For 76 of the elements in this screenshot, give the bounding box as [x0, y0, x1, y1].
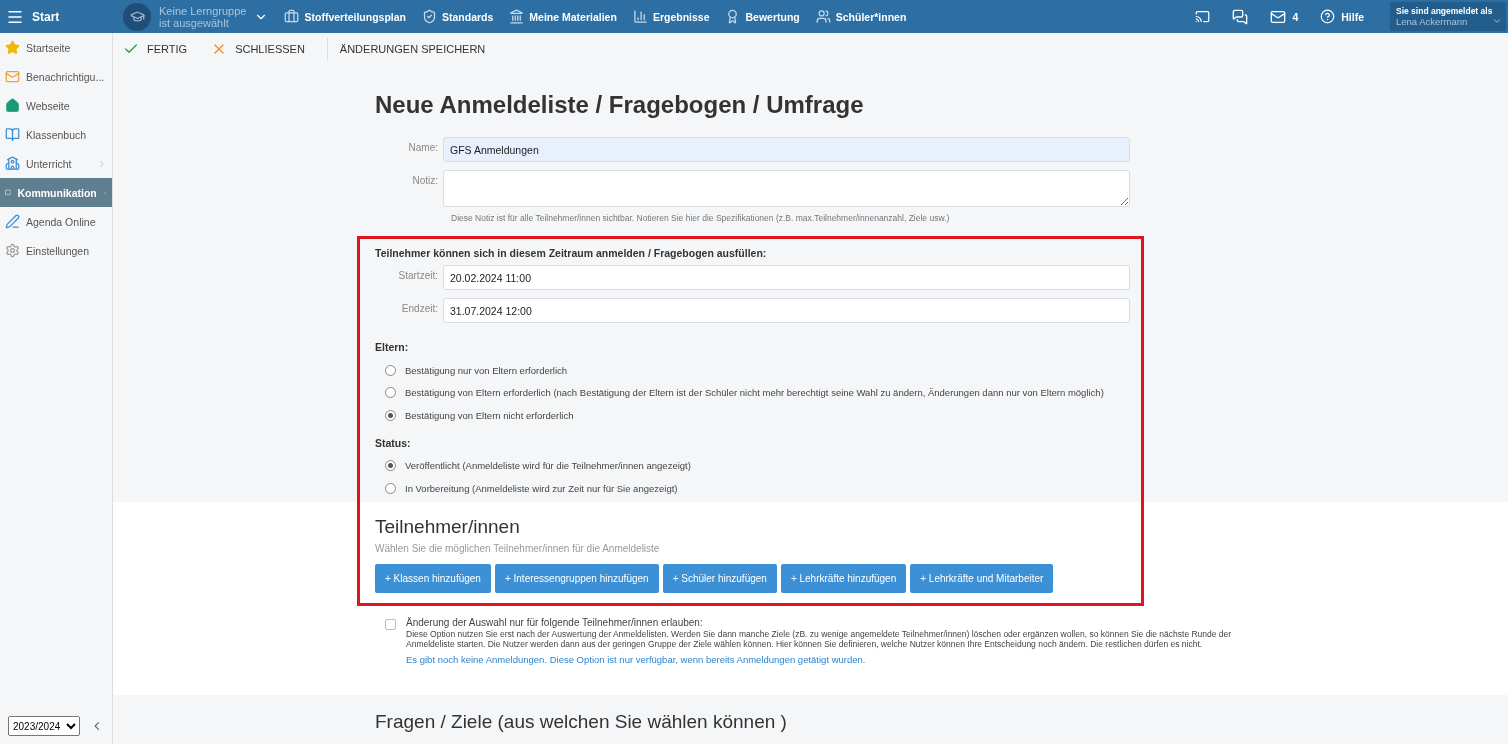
- shield-icon: [422, 9, 437, 24]
- radio-label: In Vorbereitung (Anmeldeliste wird zur Zeit nur für Sie angezeigt): [405, 482, 678, 494]
- radio-label: Bestätigung von Eltern nicht erforderlich: [405, 409, 574, 421]
- radio-label: Bestätigung von Eltern erforderlich (nach Bestätigung der Eltern ist der Schüler nicht mehr berechtigt seine Wahl zu ändern, Änderungen dann nur von Eltern möglich): [405, 387, 1104, 399]
- section-title: Teilnehmer/innen: [375, 515, 521, 538]
- sidebar-item[interactable]: Webseite: [0, 91, 112, 120]
- chat-button[interactable]: [1232, 8, 1249, 25]
- sidebar-item[interactable]: Unterricht: [0, 149, 112, 178]
- home-icon: [5, 98, 20, 113]
- radio-button[interactable]: [385, 482, 396, 494]
- sidebar-item[interactable]: Klassenbuch: [0, 120, 112, 149]
- sidebar-item[interactable]: Kommunikation: [0, 178, 112, 207]
- bank-icon: [509, 9, 525, 24]
- checkbox[interactable]: [385, 618, 396, 630]
- add-button[interactable]: + Klassen hinzufügen: [375, 563, 491, 593]
- note-hint: Diese Notiz ist für alle Teilnehmer/innen sichtbar. Notieren Sie hier die Spezifikationen (z.B. max.Teilnehmer/innenanzahl, Ziele usw.): [451, 213, 951, 223]
- radio-label: Veröffentlicht (Anmeldeliste wird für die Teilnehmer/innen angezeigt): [405, 460, 691, 472]
- info-notice: Es gibt noch keine Anmeldungen. Diese Option ist nur verfügbar, wenn bereits Anmeldungen getätigt wurden.: [406, 653, 867, 665]
- add-button[interactable]: + Lehrkräfte und Mitarbeiter: [910, 563, 1054, 593]
- toolbar-button[interactable]: SCHLIESSEN: [209, 37, 317, 61]
- help-icon: [1320, 9, 1336, 24]
- checkbox-label: Änderung der Auswahl nur für folgende Teilnehmer/innen erlauben:: [406, 616, 704, 628]
- section-heading: Teilnehmer können sich in diesem Zeitraum anmelden / Fragebogen ausfüllen:: [375, 247, 768, 259]
- field-label: Startzeit:: [397, 269, 438, 281]
- pen-icon: [5, 214, 20, 229]
- nav-link[interactable]: Stoffverteilungsplan: [284, 9, 406, 24]
- mail-button[interactable]: 4: [1270, 8, 1299, 25]
- sidebar-item[interactable]: Startseite: [0, 33, 112, 62]
- mail-icon: [1270, 8, 1287, 25]
- toolbar-button[interactable]: FERTIG: [121, 37, 200, 61]
- section-heading: Eltern:: [375, 341, 410, 353]
- group-selector[interactable]: Keine Lerngruppe ist ausgewählt: [123, 2, 269, 31]
- section-subtitle: Wählen Sie die möglichen Teilnehmer/innen für die Anmeldeliste: [375, 542, 661, 554]
- nav-link[interactable]: Ergebnisse: [632, 9, 710, 24]
- mail-icon: [5, 69, 20, 84]
- radio-label: Bestätigung nur von Eltern erforderlich: [405, 364, 568, 376]
- note-field[interactable]: [443, 170, 1130, 207]
- radio-button[interactable]: [385, 409, 396, 421]
- school-icon: [5, 156, 20, 171]
- cast-button[interactable]: [1195, 9, 1211, 24]
- nav-link[interactable]: Schüler*innen: [815, 9, 907, 24]
- nav-link[interactable]: Meine Materialien: [509, 9, 617, 24]
- gear-icon: [5, 243, 20, 258]
- add-button[interactable]: + Schüler hinzufügen: [662, 563, 777, 593]
- nav-link[interactable]: Bewertung: [725, 9, 800, 24]
- user-menu[interactable]: Sie sind angemeldet als Lena Ackermann: [1390, 2, 1506, 31]
- radio-button[interactable]: [385, 460, 396, 472]
- add-button[interactable]: + Interessengruppen hinzufügen: [494, 563, 659, 593]
- option-description: Diese Option nutzen Sie erst nach der Auswertung der Anmeldelisten. Werden Sie dann manche Ziele (zB. zu wenige angemeldete Teilnehmer/innen) löschen oder ergänzen wollen, so können Sie die nächste Runde der Anmeldeliste starten. Die Nutzer werden dann aus der geringen Gruppe der Ziele wählen können. Hier können Sie definieren, welche Nutzer können Ihre Entscheidung noch ändern. Die restlichen dürfen es nicht.: [406, 628, 1233, 649]
- section-title: Fragen / Ziele (aus welchen Sie wählen können ): [375, 710, 788, 733]
- star-icon: [5, 40, 20, 55]
- field-label: Endzeit:: [400, 302, 438, 314]
- add-button[interactable]: + Lehrkräfte hinzufügen: [780, 563, 907, 593]
- people-icon: [815, 9, 831, 24]
- section-heading: Status:: [375, 436, 412, 449]
- page-title: Neue Anmeldeliste / Fragebogen / Umfrage: [375, 91, 865, 119]
- radio-button[interactable]: [385, 364, 396, 376]
- book-icon: [5, 127, 20, 142]
- date-field[interactable]: 31.07.2024 12:00: [443, 298, 1130, 323]
- radio-button[interactable]: [385, 387, 396, 399]
- toolbar-button[interactable]: ÄNDERUNGEN SPEICHERN: [337, 37, 498, 61]
- caret-icon: [1492, 16, 1502, 26]
- help-button[interactable]: Hilfe: [1320, 9, 1364, 24]
- date-field[interactable]: 20.02.2024 11:00: [443, 265, 1130, 290]
- graduation-cap-icon: [123, 2, 151, 31]
- field-label: Notiz:: [411, 174, 438, 186]
- start-menu-button[interactable]: Start: [0, 0, 113, 33]
- field-label: Name:: [407, 141, 438, 153]
- chart-icon: [632, 9, 648, 24]
- nav-link[interactable]: Standards: [422, 9, 494, 24]
- name-field[interactable]: GFS Anmeldungen: [443, 137, 1130, 162]
- sidebar-item[interactable]: Benachrichtigu...: [0, 62, 112, 91]
- sidebar-item[interactable]: Agenda Online: [0, 207, 112, 236]
- briefcase-icon: [284, 9, 300, 24]
- sidebar-item[interactable]: Einstellungen: [0, 236, 112, 265]
- year-select[interactable]: 2023/2024: [8, 716, 81, 736]
